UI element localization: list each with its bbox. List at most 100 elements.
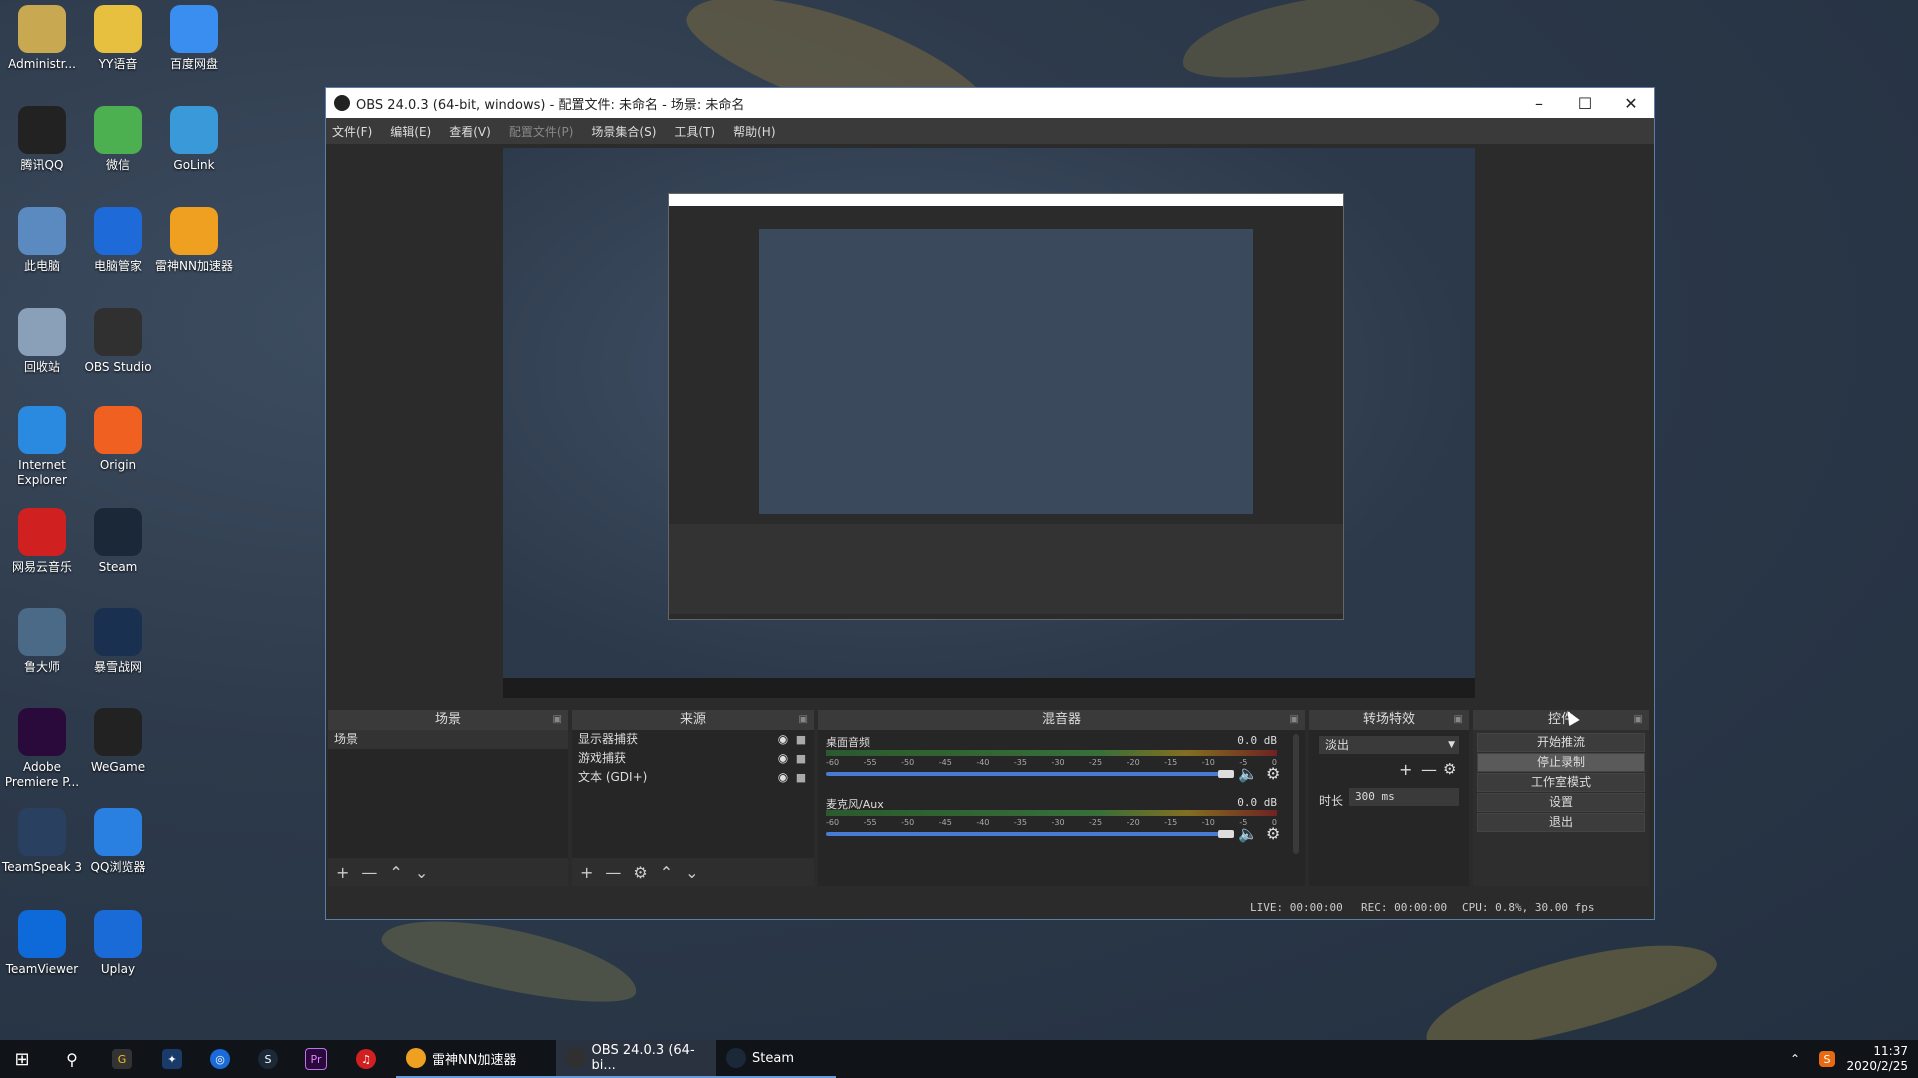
desktop-icon[interactable]: WeGame: [76, 708, 160, 775]
remove-icon[interactable]: —: [361, 863, 377, 882]
lock-icon[interactable]: ■: [794, 730, 808, 749]
exit-button[interactable]: 退出: [1477, 813, 1645, 832]
premiere-taskbar-icon[interactable]: Pr: [294, 1040, 338, 1078]
search-icon[interactable]: ⚲: [50, 1040, 94, 1078]
settings-button[interactable]: 设置: [1477, 793, 1645, 812]
meter-tick-label: -10: [1201, 818, 1215, 827]
eye-icon[interactable]: ◉: [776, 730, 790, 749]
add-icon[interactable]: +: [336, 863, 349, 882]
desktop-icon[interactable]: QQ浏览器: [76, 808, 160, 875]
desktop-icon[interactable]: TeamSpeak 3: [0, 808, 84, 875]
menu-scene-collection[interactable]: 场景集合(S): [591, 123, 656, 140]
desktop-icon[interactable]: 电脑管家: [76, 207, 160, 274]
meter-tick-label: -20: [1126, 758, 1140, 767]
taskbar-app-nn[interactable]: 雷神NN加速器: [396, 1040, 556, 1078]
desktop-icon[interactable]: 百度网盘: [152, 5, 236, 72]
transition-select[interactable]: 淡出 ▼: [1319, 736, 1459, 754]
desktop-icon[interactable]: YY语音: [76, 5, 160, 72]
mixer-scrollbar[interactable]: [1293, 734, 1299, 854]
undock-icon[interactable]: ▣: [799, 710, 808, 730]
gear-icon[interactable]: ⚙: [1266, 764, 1280, 783]
undock-icon[interactable]: ▣: [1634, 710, 1643, 730]
clock[interactable]: 11:37 2020/2/25: [1846, 1044, 1908, 1074]
uplay-taskbar-icon[interactable]: ◎: [198, 1040, 242, 1078]
move-up-icon[interactable]: ⌃: [660, 863, 673, 882]
volume-slider[interactable]: [826, 832, 1226, 836]
desktop-icon[interactable]: GoLink: [152, 106, 236, 173]
steam-taskbar-icon[interactable]: S: [246, 1040, 290, 1078]
desktop-icon[interactable]: 微信: [76, 106, 160, 173]
source-item[interactable]: 文本 (GDI+) ◉ ■: [572, 768, 814, 787]
source-item[interactable]: 游戏捕获 ◉ ■: [572, 749, 814, 768]
desktop-icon[interactable]: OBS Studio: [76, 308, 160, 375]
scene-item[interactable]: 场景: [328, 730, 568, 749]
desktop-icon[interactable]: 腾讯QQ: [0, 106, 84, 173]
volume-handle[interactable]: [1218, 770, 1234, 778]
desktop-icon[interactable]: 暴雪战网: [76, 608, 160, 675]
lock-icon[interactable]: ■: [794, 749, 808, 768]
speaker-icon[interactable]: 🔈: [1238, 824, 1258, 843]
undock-icon[interactable]: ▣: [1454, 710, 1463, 730]
desktop-icon[interactable]: Adobe Premiere P...: [0, 708, 84, 790]
menu-edit[interactable]: 编辑(E): [390, 123, 431, 140]
rec-status: REC: 00:00:00: [1361, 901, 1448, 914]
eye-icon[interactable]: ◉: [776, 749, 790, 768]
menu-view[interactable]: 查看(V): [449, 123, 491, 140]
add-icon[interactable]: +: [580, 863, 593, 882]
move-down-icon[interactable]: ⌄: [685, 863, 698, 882]
taskbar-app-steam[interactable]: Steam: [716, 1040, 836, 1078]
desktop-icon[interactable]: 回收站: [0, 308, 84, 375]
menu-tools[interactable]: 工具(T): [674, 123, 715, 140]
stop-recording-button[interactable]: 停止录制: [1477, 753, 1645, 772]
meter-tick-label: -35: [1013, 818, 1027, 827]
tray-input-icon[interactable]: S: [1812, 1040, 1842, 1078]
undock-icon[interactable]: ▣: [1290, 710, 1299, 730]
windows-start-icon[interactable]: ⊞: [0, 1040, 44, 1078]
desktop-icon[interactable]: Steam: [76, 508, 160, 575]
close-button[interactable]: ✕: [1608, 88, 1654, 118]
desktop-icon[interactable]: Origin: [76, 406, 160, 473]
menu-profile[interactable]: 配置文件(P): [509, 123, 574, 140]
desktop-icon-label: Internet Explorer: [17, 458, 67, 487]
sources-title-text: 来源: [679, 712, 706, 727]
remove-icon[interactable]: —: [605, 863, 621, 882]
remove-icon[interactable]: —: [1421, 760, 1437, 779]
maximize-button[interactable]: ☐: [1562, 88, 1608, 118]
volume-handle[interactable]: [1218, 830, 1234, 838]
desktop-icon[interactable]: Internet Explorer: [0, 406, 84, 488]
menu-file[interactable]: 文件(F): [332, 123, 372, 140]
netease-music-taskbar-icon[interactable]: ♫: [344, 1040, 388, 1078]
desktop-icon[interactable]: TeamViewer: [0, 910, 84, 977]
desktop-icon[interactable]: 雷神NN加速器: [152, 207, 236, 274]
desktop-icon[interactable]: 鲁大师: [0, 608, 84, 675]
move-up-icon[interactable]: ⌃: [389, 863, 402, 882]
desktop-icon[interactable]: 此电脑: [0, 207, 84, 274]
battlenet-taskbar-icon[interactable]: ✦: [150, 1040, 194, 1078]
gear-icon[interactable]: ⚙: [633, 863, 647, 882]
taskbar-app-obs[interactable]: OBS 24.0.3 (64-bi...: [556, 1040, 716, 1078]
tray-chevron-icon[interactable]: ⌃: [1780, 1040, 1810, 1078]
minimize-button[interactable]: –: [1516, 88, 1562, 118]
desktop-icon[interactable]: Uplay: [76, 910, 160, 977]
gear-icon[interactable]: ⚙: [1266, 824, 1280, 843]
desktop-icon[interactable]: Administr...: [0, 5, 84, 72]
menu-help[interactable]: 帮助(H): [733, 123, 775, 140]
volume-slider[interactable]: [826, 772, 1226, 776]
source-item[interactable]: 显示器捕获 ◉ ■: [572, 730, 814, 749]
eye-icon[interactable]: ◉: [776, 768, 790, 787]
add-icon[interactable]: +: [1399, 760, 1412, 779]
preview-canvas[interactable]: [503, 148, 1475, 698]
nn-accelerator-icon: [170, 207, 218, 255]
start-streaming-button[interactable]: 开始推流: [1477, 733, 1645, 752]
wegame-taskbar-icon[interactable]: G: [100, 1040, 144, 1078]
wallpaper-leaf: [1175, 0, 1445, 93]
desktop-icon-label: 此电脑: [23, 259, 60, 273]
duration-input[interactable]: 300 ms: [1349, 788, 1459, 806]
gear-icon[interactable]: ⚙: [1443, 760, 1456, 778]
studio-mode-button[interactable]: 工作室模式: [1477, 773, 1645, 792]
speaker-icon[interactable]: 🔈: [1238, 764, 1258, 783]
desktop-icon[interactable]: 网易云音乐: [0, 508, 84, 575]
lock-icon[interactable]: ■: [794, 768, 808, 787]
move-down-icon[interactable]: ⌄: [415, 863, 428, 882]
undock-icon[interactable]: ▣: [553, 710, 562, 730]
